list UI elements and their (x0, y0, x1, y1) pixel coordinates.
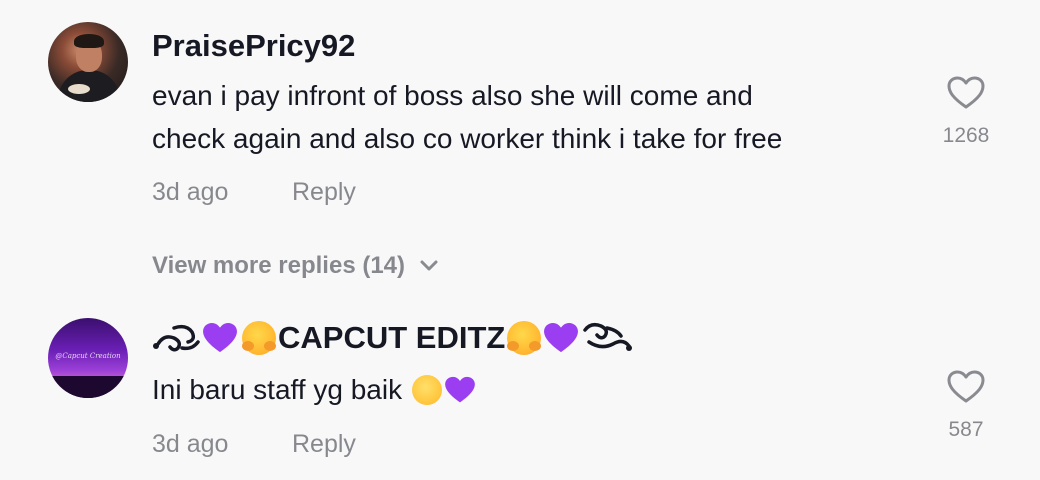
avatar-hair (74, 34, 104, 48)
comment-username-text: CAPCUT EDITZ (278, 320, 506, 355)
view-more-replies-label: View more replies (14) (152, 252, 406, 279)
heart-outline-icon[interactable] (947, 370, 985, 404)
avatar-watermark: @Capcut Creation (55, 352, 121, 360)
like-button[interactable]: 1268 (926, 76, 1006, 148)
comment-text: evan i pay infront of boss also she will… (152, 74, 782, 160)
chevron-down-icon (420, 260, 438, 271)
heart-outline-icon[interactable] (947, 76, 985, 110)
reply-button[interactable]: Reply (292, 430, 356, 459)
like-button[interactable]: 587 (926, 370, 1006, 442)
reply-button[interactable]: Reply (292, 178, 356, 207)
relieved-face-emoji (412, 374, 443, 405)
view-more-replies-button[interactable]: View more replies (14) (152, 252, 439, 280)
hugging-face-emoji (242, 321, 276, 355)
purple-heart-emoji (203, 322, 237, 353)
hugging-face-emoji (507, 321, 542, 355)
purple-heart-emoji (544, 322, 579, 353)
comment-meta: 3d ago Reply (152, 178, 356, 207)
avatar-cup (68, 84, 90, 94)
comment-time: 3d ago (152, 430, 229, 458)
purple-heart-emoji (445, 376, 475, 402)
comment-text-line: evan i pay infront of boss also she will… (152, 80, 753, 111)
comment-text-line: Ini baru staff yg baik (152, 374, 403, 405)
avatar[interactable]: @Capcut Creation (48, 318, 128, 398)
comment-text-line: check again and also co worker think i t… (152, 123, 783, 154)
comment-meta: 3d ago Reply (152, 430, 356, 459)
flourish-left-icon (153, 324, 200, 352)
like-count: 587 (948, 418, 984, 441)
flourish-right-icon (583, 322, 633, 351)
like-count: 1268 (942, 124, 990, 147)
comment-text: Ini baru staff yg baik (152, 368, 476, 411)
comment-time: 3d ago (152, 178, 229, 206)
avatar-landscape (48, 376, 128, 398)
avatar[interactable] (48, 22, 128, 102)
comment-username[interactable]: CAPCUT EDITZ (152, 320, 633, 356)
comment-username[interactable]: PraisePricy92 (152, 28, 355, 64)
